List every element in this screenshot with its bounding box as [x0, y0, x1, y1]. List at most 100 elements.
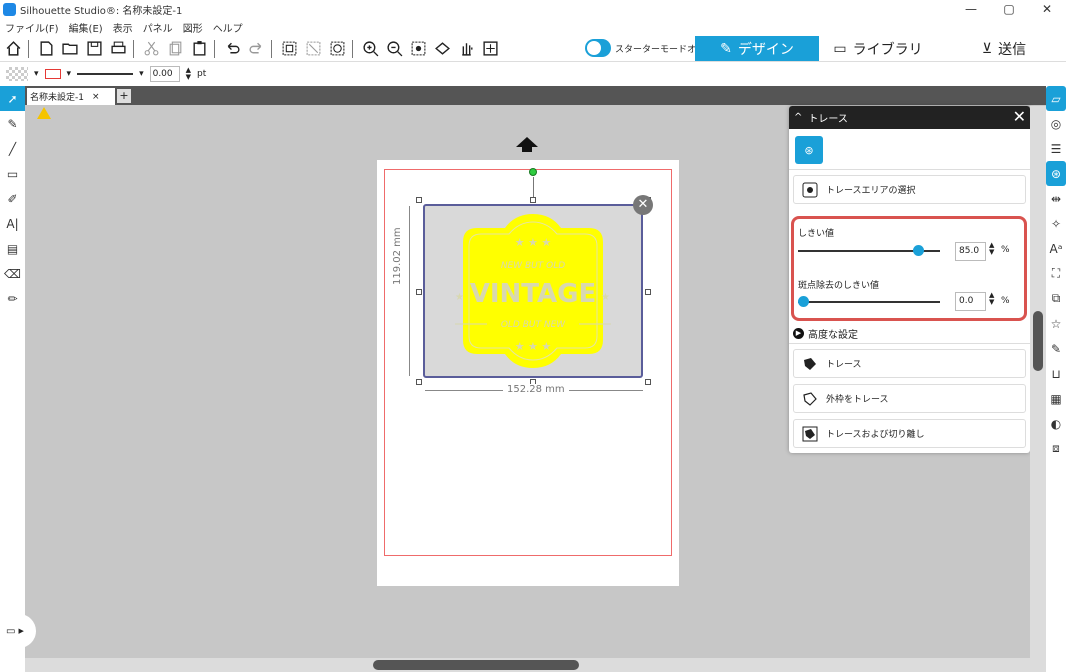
- vertical-scroll-thumb[interactable]: [1033, 311, 1043, 371]
- redo-icon[interactable]: [245, 38, 267, 60]
- paste-icon[interactable]: [188, 38, 210, 60]
- trace-button[interactable]: トレース: [793, 349, 1026, 378]
- horizontal-scroll-thumb[interactable]: [373, 660, 579, 670]
- menu-file[interactable]: ファイル(F): [5, 20, 59, 35]
- text-tool-icon[interactable]: A|: [0, 211, 25, 236]
- maximize-button[interactable]: ▢: [990, 0, 1028, 19]
- trace-and-detach-button[interactable]: トレースおよび切り離し: [793, 419, 1026, 448]
- drag-zoom-icon[interactable]: [431, 38, 453, 60]
- advanced-settings-toggle[interactable]: ▶ 高度な設定: [793, 326, 858, 341]
- resize-handle[interactable]: [645, 289, 651, 295]
- undo-icon[interactable]: [221, 38, 243, 60]
- tab-design[interactable]: ✎ デザイン: [695, 36, 819, 61]
- resize-handle[interactable]: [416, 197, 422, 203]
- tab-send[interactable]: ⊻ 送信: [948, 36, 1060, 61]
- save-icon[interactable]: [83, 38, 105, 60]
- line-width-input[interactable]: 0.00: [149, 66, 180, 82]
- align-icon[interactable]: ⇹: [1046, 186, 1066, 211]
- cut-icon[interactable]: [140, 38, 162, 60]
- starter-mode-toggle[interactable]: スターターモードオフ: [585, 39, 705, 57]
- contrast-icon[interactable]: ◐: [1046, 411, 1066, 436]
- close-icon[interactable]: ✕: [1013, 107, 1026, 126]
- text-style-icon[interactable]: Aᵃ: [1046, 236, 1066, 261]
- new-file-icon[interactable]: [35, 38, 57, 60]
- chevron-down-icon[interactable]: ▾: [34, 69, 39, 79]
- zoom-selection-icon[interactable]: [407, 38, 429, 60]
- menu-view[interactable]: 表示: [113, 20, 133, 35]
- traced-image[interactable]: ★ ★ ★ NEW BUT OLD VINTAGE ★ ★ OLD BUT NE…: [423, 204, 643, 378]
- warning-icon[interactable]: [37, 107, 51, 119]
- delete-object-button[interactable]: ✕: [633, 195, 653, 215]
- zoom-out-icon[interactable]: [383, 38, 405, 60]
- fit-to-page-icon[interactable]: [479, 38, 501, 60]
- copy-icon[interactable]: [164, 38, 186, 60]
- fill-palette-icon[interactable]: ◎: [1046, 111, 1066, 136]
- trace-outer-edge-button[interactable]: 外枠をトレース: [793, 384, 1026, 413]
- document-tab[interactable]: 名称未設定-1 ×: [27, 88, 115, 105]
- offset-icon[interactable]: ⊔: [1046, 361, 1066, 386]
- trace-panel-header[interactable]: ^ トレース ✕: [789, 106, 1030, 129]
- ungroup-icon[interactable]: [302, 38, 324, 60]
- trace-panel-icon[interactable]: ⊛: [1046, 161, 1066, 186]
- minimize-button[interactable]: —: [952, 0, 990, 19]
- menu-help[interactable]: ヘルプ: [213, 20, 243, 35]
- compound-path-icon[interactable]: [326, 38, 348, 60]
- pan-hand-icon[interactable]: [455, 38, 477, 60]
- note-tool-icon[interactable]: ▤: [0, 236, 25, 261]
- sketch-icon[interactable]: ✎: [1046, 336, 1066, 361]
- collapse-chevron-icon[interactable]: ^: [794, 112, 802, 123]
- line-tool-icon[interactable]: ╱: [0, 136, 25, 161]
- threshold-input[interactable]: 85.0: [955, 242, 986, 261]
- rectangle-tool-icon[interactable]: ▭: [0, 161, 25, 186]
- line-style-icon[interactable]: ☰: [1046, 136, 1066, 161]
- open-folder-icon[interactable]: [59, 38, 81, 60]
- menu-shapes[interactable]: 図形: [183, 20, 203, 35]
- horizontal-scrollbar[interactable]: [25, 658, 1046, 672]
- line-color-swatch[interactable]: [44, 69, 61, 79]
- resize-handle[interactable]: [416, 289, 422, 295]
- menu-panels[interactable]: パネル: [143, 20, 173, 35]
- folder-icon: ▭: [6, 625, 16, 637]
- modify-icon[interactable]: ⧉: [1046, 286, 1066, 311]
- vertical-scrollbar[interactable]: [1030, 106, 1046, 658]
- resize-handle[interactable]: [645, 379, 651, 385]
- despeckle-slider-knob[interactable]: [798, 296, 809, 307]
- effects-icon[interactable]: ✧: [1046, 211, 1066, 236]
- group-icon[interactable]: [278, 38, 300, 60]
- point-edit-tool-icon[interactable]: ✎: [0, 111, 25, 136]
- toggle-switch-icon[interactable]: [585, 39, 611, 57]
- chevron-down-icon[interactable]: ▾: [67, 69, 72, 79]
- zoom-in-icon[interactable]: [359, 38, 381, 60]
- chevron-down-icon[interactable]: ▾: [139, 69, 144, 79]
- folder-icon: ▭: [833, 40, 847, 57]
- draw-tool-icon[interactable]: ✐: [0, 186, 25, 211]
- trace-mode-button[interactable]: ⊛: [795, 136, 823, 164]
- resize-handle[interactable]: [530, 197, 536, 203]
- eraser-tool-icon[interactable]: ⌫: [0, 261, 25, 286]
- despeckle-stepper[interactable]: ▲ ▼: [989, 292, 994, 306]
- stepper-icon[interactable]: ▲ ▼: [186, 67, 191, 81]
- close-window-button[interactable]: ✕: [1028, 0, 1066, 19]
- despeckle-slider[interactable]: [798, 301, 940, 303]
- tab-library[interactable]: ▭ ライブラリ: [822, 36, 934, 61]
- favorites-star-icon[interactable]: ☆: [1046, 311, 1066, 336]
- select-trace-area-button[interactable]: トレースエリアの選択: [793, 175, 1026, 204]
- select-tool-icon[interactable]: ➚: [0, 86, 25, 111]
- pixscan-icon[interactable]: ▦: [1046, 386, 1066, 411]
- page-setup-icon[interactable]: ▱: [1046, 86, 1066, 111]
- line-style-preview[interactable]: [77, 73, 134, 75]
- threshold-stepper[interactable]: ▲ ▼: [989, 242, 994, 256]
- library-drawer-toggle[interactable]: ▭ ▶: [0, 614, 36, 648]
- print-cut-icon[interactable]: ⧈: [1046, 436, 1066, 461]
- transform-icon[interactable]: ⛶: [1046, 261, 1066, 286]
- fill-color-swatch[interactable]: [6, 67, 28, 81]
- despeckle-input[interactable]: 0.0: [955, 292, 986, 311]
- knife-tool-icon[interactable]: ✏: [0, 286, 25, 311]
- resize-handle[interactable]: [416, 379, 422, 385]
- home-icon[interactable]: [2, 38, 24, 60]
- rotate-handle[interactable]: [529, 168, 537, 176]
- add-tab-button[interactable]: +: [117, 89, 131, 103]
- menu-edit[interactable]: 編集(E): [69, 20, 103, 35]
- close-tab-icon[interactable]: ×: [92, 92, 100, 102]
- print-icon[interactable]: [107, 38, 129, 60]
